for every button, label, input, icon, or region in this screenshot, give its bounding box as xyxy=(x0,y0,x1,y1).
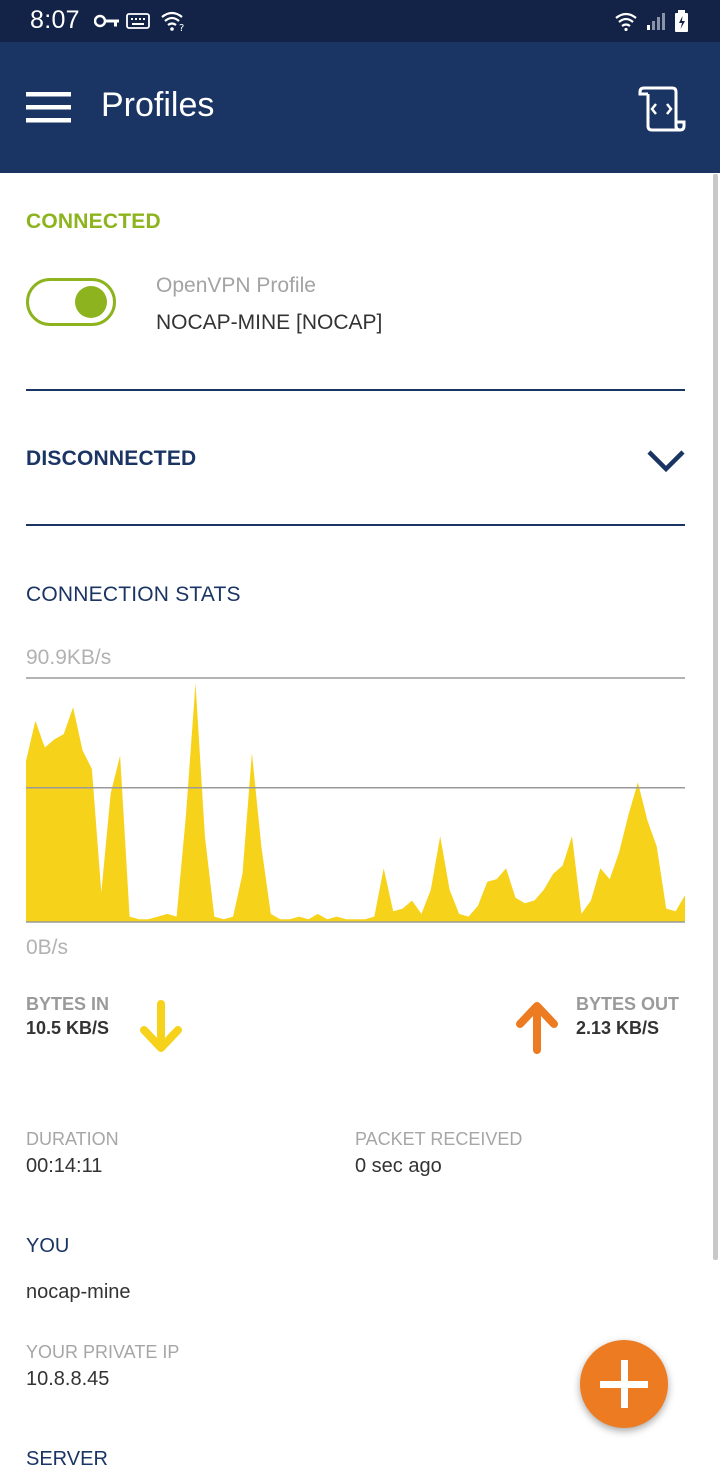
status-time: 8:07 xyxy=(30,6,80,34)
bytes-in-value: 10.5 KB/S xyxy=(26,1018,110,1038)
bytes-out-value: 2.13 KB/S xyxy=(576,1018,660,1038)
duration-label: DURATION xyxy=(26,1129,119,1149)
duration-value: 00:14:11 xyxy=(26,1155,103,1177)
chevron-down-icon[interactable] xyxy=(646,448,686,474)
divider xyxy=(26,389,685,391)
wifi-question-icon: ? xyxy=(161,11,184,32)
disconnected-header[interactable]: DISCONNECTED xyxy=(26,430,685,490)
you-title: YOU xyxy=(26,1235,70,1257)
traffic-area xyxy=(26,683,685,922)
private-ip-value: 10.8.8.45 xyxy=(26,1368,110,1390)
you-name: nocap-mine xyxy=(26,1281,131,1303)
battery-charging-icon xyxy=(675,10,688,32)
disconnected-label: DISCONNECTED xyxy=(26,447,197,470)
chart-min-label: 0B/s xyxy=(26,936,69,959)
svg-text:?: ? xyxy=(179,23,184,32)
bytes-in-label: BYTES IN xyxy=(26,994,110,1014)
bytes-out-label: BYTES OUT xyxy=(576,994,680,1014)
status-bar: 8:07 ? xyxy=(0,0,720,42)
vpn-key-icon xyxy=(94,14,119,28)
add-profile-button[interactable] xyxy=(580,1340,668,1428)
app-bar: Profiles xyxy=(0,42,720,173)
traffic-chart xyxy=(26,677,685,923)
profile-type: OpenVPN Profile xyxy=(156,274,316,297)
page-title: Profiles xyxy=(101,86,215,124)
plus-icon xyxy=(600,1360,648,1408)
upload-arrow-icon xyxy=(516,1002,558,1054)
divider xyxy=(26,524,685,526)
profile-name[interactable]: NOCAP-MINE [NOCAP] xyxy=(156,311,382,335)
wifi-icon xyxy=(615,12,637,31)
download-arrow-icon xyxy=(140,1000,182,1052)
server-title: SERVER xyxy=(26,1448,108,1470)
packet-received-value: 0 sec ago xyxy=(355,1155,442,1177)
connection-toggle[interactable] xyxy=(26,278,116,326)
toggle-knob xyxy=(75,286,107,318)
hamburger-menu-icon[interactable] xyxy=(22,82,76,132)
packet-received-label: PACKET RECEIVED xyxy=(355,1129,523,1149)
connection-stats-title: CONNECTION STATS xyxy=(26,583,241,606)
private-ip-label: YOUR PRIVATE IP xyxy=(26,1342,180,1362)
connected-label: CONNECTED xyxy=(26,210,161,233)
keyboard-icon xyxy=(126,13,150,29)
log-scroll-icon[interactable] xyxy=(636,82,690,136)
scrollbar[interactable] xyxy=(713,174,718,1260)
signal-icon xyxy=(647,13,665,30)
